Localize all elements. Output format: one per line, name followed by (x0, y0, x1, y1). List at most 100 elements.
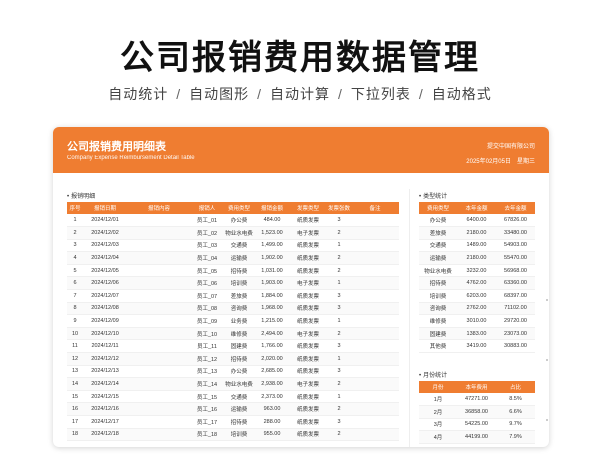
table-cell: 物业水电费 (223, 377, 255, 391)
table-cell: 培训费 (419, 289, 457, 303)
table-cell: 招待费 (223, 352, 255, 366)
table-cell: 办公费 (419, 214, 457, 228)
table-cell: 1 (327, 314, 351, 328)
table-cell: 15 (67, 390, 83, 404)
table-cell: 2 (327, 327, 351, 341)
table-cell: 纸质发票 (289, 214, 327, 228)
table-cell: 4 (67, 251, 83, 265)
table-cell: 纸质发票 (289, 339, 327, 354)
table-cell: 1,902.00 (255, 251, 289, 265)
table-cell: 1 (327, 239, 351, 253)
column-header: 费用类型 (419, 202, 457, 214)
table-cell: 2180.00 (457, 226, 496, 240)
table-cell: 7.9% (496, 430, 535, 444)
table-cell: 9.7% (496, 418, 535, 432)
table-cell: 差旅费 (223, 289, 255, 303)
table-cell: 电子发票 (289, 226, 327, 240)
column-header: 备注 (351, 202, 399, 214)
table-row: 12 2024/12/12 员工_12 招待费 2,020.00 纸质发票 1 (67, 352, 399, 366)
table-cell (127, 390, 191, 404)
table-row: 8 2024/12/08 员工_08 咨询费 1,968.00 纸质发票 3 (67, 302, 399, 316)
table-cell: 办公费 (223, 365, 255, 379)
table-cell: 484.00 (255, 214, 289, 228)
table-row: 11 2024/12/11 员工_11 固建费 1,766.00 纸质发票 3 (67, 339, 399, 354)
scroll-marker (546, 419, 548, 421)
table-cell: 1 (327, 390, 351, 404)
column-header: 去年金额 (496, 202, 535, 214)
table-cell: 1,968.00 (255, 302, 289, 316)
table-cell: 员工_13 (191, 365, 223, 379)
table-cell: 6203.00 (457, 289, 496, 303)
month-section-label: 月份统计 (419, 370, 447, 379)
table-cell: 电子发票 (289, 377, 327, 391)
table-cell (351, 327, 399, 341)
table-row: 3 2024/12/03 员工_03 交通费 1,499.00 纸质发票 1 (67, 239, 399, 253)
feature-separator: / (418, 86, 424, 102)
feature-list: 自动统计 / 自动图形 / 自动计算 / 下拉列表 / 自动格式 (0, 84, 600, 104)
table-cell: 8.5% (496, 393, 535, 407)
feature-item: 下拉列表 (350, 86, 411, 102)
table-row: 其他费 3419.00 30883.00 (419, 339, 535, 354)
table-cell: 员工_15 (191, 390, 223, 404)
table-cell (127, 251, 191, 265)
table-cell: 物业水电费 (419, 264, 457, 278)
table-row: 17 2024/12/17 员工_17 招待费 288.00 纸质发票 3 (67, 415, 399, 429)
table-cell (351, 402, 399, 416)
scroll-marker (546, 359, 548, 361)
table-cell: 员工_01 (191, 214, 223, 228)
table-cell: 6400.00 (457, 214, 496, 228)
table-cell (127, 415, 191, 429)
feature-separator: / (257, 86, 262, 102)
table-cell (351, 239, 399, 253)
table-cell: 2024/12/18 (83, 428, 127, 442)
table-cell: 2 (327, 428, 351, 442)
table-cell: 运输费 (223, 402, 255, 416)
table-cell (351, 226, 399, 240)
table-cell: 运输费 (419, 251, 457, 265)
table-cell (351, 314, 399, 328)
table-cell (351, 352, 399, 366)
table-cell: 56968.00 (496, 264, 535, 278)
table-cell: 6 (67, 276, 83, 291)
table-cell: 员工_06 (191, 276, 223, 291)
column-header: 序号 (67, 202, 83, 214)
table-cell: 员工_09 (191, 314, 223, 328)
table-row: 5 2024/12/05 员工_05 招待费 1,031.00 纸质发票 2 (67, 264, 399, 278)
table-cell: 3419.00 (457, 339, 496, 354)
table-cell (127, 377, 191, 391)
table-cell: 维修费 (419, 314, 457, 328)
table-cell: 4月 (419, 430, 457, 444)
table-cell: 30883.00 (496, 339, 535, 354)
table-cell: 13 (67, 365, 83, 379)
table-cell: 29720.00 (496, 314, 535, 328)
column-header: 报销内容 (127, 202, 191, 214)
table-cell: 1 (327, 276, 351, 291)
table-row: 2月 36858.00 6.6% (419, 405, 535, 419)
table-cell: 2,373.00 (255, 390, 289, 404)
table-cell: 员工_11 (191, 339, 223, 354)
month-stats-table: 月份 本年费用 占比 1月 47271.00 8.5% 2月 36858.00 6.6% 3月 5… (419, 381, 535, 444)
table-cell: 2180.00 (457, 251, 496, 265)
table-cell: 2024/12/09 (83, 314, 127, 328)
table-cell: 1,523.00 (255, 226, 289, 240)
column-header: 报销日期 (83, 202, 127, 214)
table-row: 13 2024/12/13 员工_13 办公费 2,685.00 纸质发票 3 (67, 365, 399, 379)
table-row: 物业水电费 3232.00 56968.00 (419, 264, 535, 278)
company-name: 提交中国有限公司 (486, 144, 535, 150)
table-cell (127, 365, 191, 379)
date-display: 2025年02月05日 星期三 (466, 156, 535, 165)
spreadsheet-preview: 公司报销费用明细表 Company Expense Reimbursement … (53, 127, 549, 447)
table-cell: 纸质发票 (289, 352, 327, 366)
table-cell: 固建费 (223, 339, 255, 354)
table-cell: 2024/12/07 (83, 289, 127, 303)
table-row: 15 2024/12/15 员工_15 交通费 2,373.00 纸质发票 1 (67, 390, 399, 404)
table-cell: 2024/12/01 (83, 214, 127, 228)
table-cell: 2024/12/02 (83, 226, 127, 240)
table-cell: 1,766.00 (255, 339, 289, 354)
table-row: 10 2024/12/10 员工_10 维修费 2,494.00 电子发票 2 (67, 327, 399, 341)
table-cell: 员工_03 (191, 239, 223, 253)
table-row: 16 2024/12/16 员工_16 运输费 963.00 纸质发票 2 (67, 402, 399, 416)
table-cell (127, 276, 191, 291)
table-row: 咨询费 2762.00 71102.00 (419, 302, 535, 316)
table-cell: 71102.00 (496, 302, 535, 316)
